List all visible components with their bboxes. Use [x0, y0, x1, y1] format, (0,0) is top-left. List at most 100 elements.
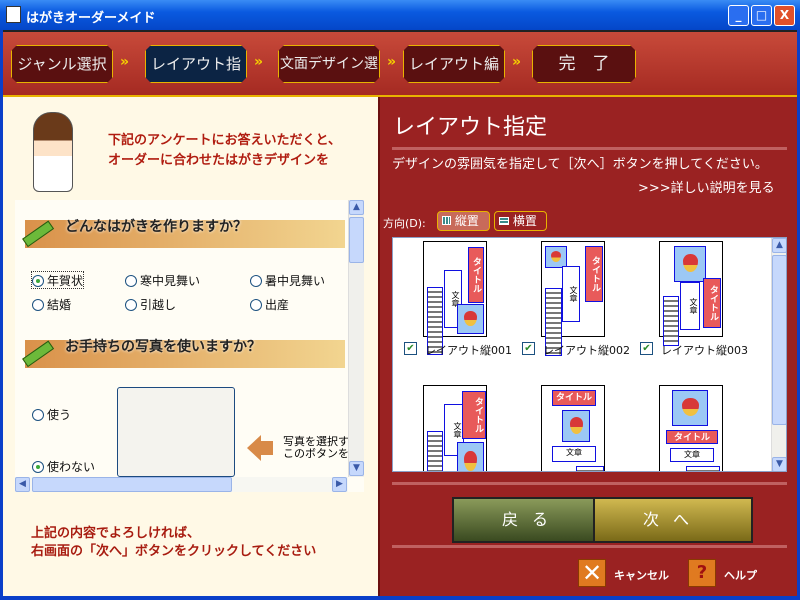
photo-block — [545, 246, 567, 268]
divider — [392, 482, 787, 485]
step-genre[interactable]: ジャンル選択 — [11, 45, 113, 83]
divider — [392, 545, 787, 548]
scroll-thumb[interactable] — [349, 217, 364, 263]
cancel-icon[interactable]: ✕ — [578, 559, 606, 587]
step-design[interactable]: 文面デザイン選択 — [278, 45, 380, 83]
details-link[interactable]: >>>詳しい説明を見る — [638, 177, 775, 196]
footer-instruction: 上記の内容でよろしければ、 右画面の「次へ」ボタンをクリックしてください — [31, 526, 317, 559]
text-block: 文章 — [552, 446, 596, 462]
photo-select-button[interactable] — [117, 387, 235, 477]
help-icon[interactable]: ? — [688, 559, 716, 587]
step-arrow-icon: » — [387, 54, 397, 70]
questionnaire-panel: 下記のアンケートにお答えいただくと、 オーダーに合わせたはがきデザインを どんな… — [3, 97, 378, 596]
title-block: タイトル — [666, 430, 718, 444]
wizard-steps: ジャンル選択 » レイアウト指定 » 文面デザイン選択 » レイアウト編集 » … — [3, 30, 797, 97]
hscroll-thumb[interactable] — [32, 477, 232, 492]
address-block — [686, 466, 720, 471]
back-button[interactable]: 戻る — [452, 497, 612, 543]
layout-checkbox[interactable]: ✔ — [522, 342, 535, 355]
step-layout[interactable]: レイアウト指定 — [145, 45, 247, 83]
assistant-avatar — [33, 112, 73, 192]
layout-thumbnail[interactable]: 文章 タイトル — [541, 241, 605, 356]
scroll-up-button[interactable]: ▲ — [772, 238, 786, 253]
vertical-lines-icon — [442, 216, 451, 225]
vertical-scrollbar[interactable]: ▲ ▼ — [348, 200, 364, 477]
photo-block — [672, 390, 708, 426]
arrow-left-icon — [247, 435, 261, 461]
landscape-toggle[interactable]: 横置 — [494, 211, 547, 231]
layout-label: レイアウト縦003 — [661, 344, 748, 357]
layout-thumbnail[interactable]: 文章 タイトル — [659, 241, 723, 346]
direction-label: 方向(D): — [383, 217, 426, 230]
title-bar: はがきオーダーメイド _ □ X — [0, 0, 800, 30]
pencil-icon — [22, 220, 55, 248]
radio-kanchu[interactable]: 寒中見舞い — [125, 272, 200, 288]
layout-thumbnail[interactable]: 文章 タイトル — [423, 385, 487, 471]
intro-line-2: オーダーに合わせたはがきデザインを — [108, 153, 330, 168]
layout-label: レイアウト縦002 — [543, 344, 630, 357]
step-edit[interactable]: レイアウト編集 — [403, 45, 505, 83]
photo-block — [457, 304, 484, 334]
question-2-heading: お手持ちの写真を使いますか？ — [22, 339, 345, 368]
photo-block — [457, 442, 484, 471]
layout-thumbnail[interactable]: タイトル 文章 — [541, 385, 605, 471]
layout-label: レイアウト縦001 — [425, 344, 512, 357]
panel-title: レイアウト指定 — [393, 115, 548, 140]
step-arrow-icon: » — [120, 54, 130, 70]
pencil-icon — [22, 340, 55, 368]
app-icon — [6, 6, 21, 23]
radio-nengajo[interactable]: 年賀状 — [30, 271, 85, 289]
text-block: 文章 — [670, 448, 714, 462]
portrait-toggle[interactable]: 縦置 — [437, 211, 490, 231]
cancel-button[interactable]: キャンセル — [614, 567, 669, 583]
close-button[interactable]: X — [774, 5, 795, 26]
scroll-left-button[interactable]: ◀ — [15, 477, 30, 492]
intro-line-1: 下記のアンケートにお答えいただくと、 — [108, 133, 341, 148]
help-button[interactable]: ヘルプ — [724, 567, 757, 583]
maximize-button[interactable]: □ — [751, 5, 772, 26]
title-block: タイトル — [585, 246, 603, 302]
horizontal-lines-icon — [499, 217, 509, 225]
layout-checkbox[interactable]: ✔ — [640, 342, 653, 355]
address-block — [427, 431, 443, 471]
title-block: タイトル — [468, 247, 484, 303]
address-block — [576, 466, 604, 471]
photo-hint: 写真を選択す このボタンを — [283, 435, 349, 460]
layout-panel: レイアウト指定 デザインの雰囲気を指定して［次へ］ボタンを押してください。 >>… — [378, 97, 797, 596]
scroll-down-button[interactable]: ▼ — [772, 457, 786, 471]
radio-use-photo[interactable]: 使う — [32, 406, 71, 422]
step-arrow-icon: » — [254, 54, 264, 70]
text-block: 文章 — [562, 266, 580, 322]
minimize-button[interactable]: _ — [728, 5, 749, 26]
scroll-down-button[interactable]: ▼ — [349, 461, 364, 476]
address-block — [663, 296, 679, 346]
scroll-right-button[interactable]: ▶ — [332, 477, 347, 492]
title-block: タイトル — [552, 390, 596, 406]
radio-no-photo[interactable]: 使わない — [32, 458, 95, 474]
question-scroll-area: どんなはがきを作りますか？ 年賀状 寒中見舞い 暑中見舞い 結婚 引越し 出産 … — [15, 200, 364, 492]
photo-block — [562, 410, 590, 442]
layout-list: 文章 タイトル ✔ レイアウト縦001 文章 タイトル ✔ レイアウト縦002 文章 タイトル ✔ レ… — [392, 237, 787, 472]
scroll-thumb[interactable] — [772, 255, 786, 425]
panel-description: デザインの雰囲気を指定して［次へ］ボタンを押してください。 — [392, 157, 768, 172]
radio-wedding[interactable]: 結婚 — [32, 296, 71, 312]
title-block: タイトル — [462, 391, 486, 439]
window-title: はがきオーダーメイド — [26, 11, 156, 26]
layout-thumbnail[interactable]: タイトル 文章 — [659, 385, 723, 471]
next-button[interactable]: 次へ — [593, 497, 753, 543]
step-arrow-icon: » — [512, 54, 522, 70]
layout-scrollbar[interactable]: ▲ ▼ — [771, 238, 786, 471]
layout-thumbnail[interactable]: 文章 タイトル — [423, 241, 487, 355]
radio-birth[interactable]: 出産 — [250, 296, 289, 312]
step-complete[interactable]: 完 了 — [532, 45, 636, 83]
scroll-up-button[interactable]: ▲ — [349, 200, 364, 215]
title-block: タイトル — [703, 278, 721, 328]
arrow-left-icon-tail — [261, 441, 273, 455]
radio-shochu[interactable]: 暑中見舞い — [250, 272, 325, 288]
text-block: 文章 — [680, 282, 700, 330]
divider — [392, 147, 787, 150]
horizontal-scrollbar[interactable]: ◀ ▶ — [15, 477, 348, 492]
radio-moving[interactable]: 引越し — [125, 296, 176, 312]
photo-block — [674, 246, 706, 282]
layout-checkbox[interactable]: ✔ — [404, 342, 417, 355]
